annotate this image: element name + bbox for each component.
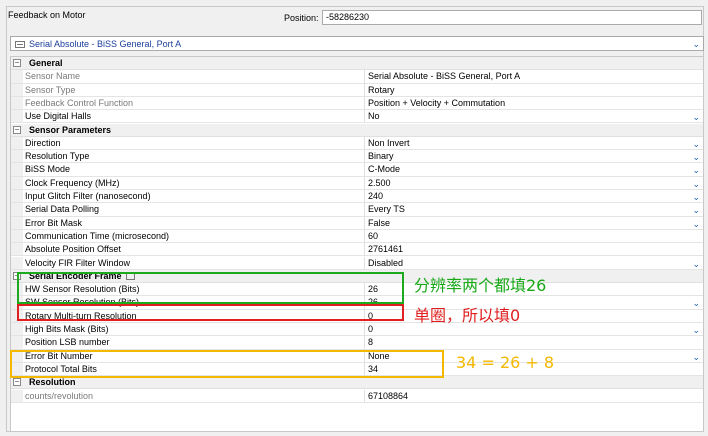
select-value: C-Mode bbox=[368, 164, 401, 175]
property-name: Clock Frequency (MHz) bbox=[25, 177, 120, 188]
property-row[interactable]: Velocity FIR Filter Window Disabled ⌄ bbox=[11, 256, 703, 270]
property-value-select[interactable]: 2.500 ⌄ bbox=[364, 176, 703, 190]
chevron-down-icon[interactable]: ⌄ bbox=[692, 164, 700, 176]
property-name: Absolute Position Offset bbox=[25, 244, 121, 255]
property-row[interactable]: Communication Time (microsecond) 60 bbox=[11, 229, 703, 244]
property-name: Sensor Type bbox=[25, 84, 76, 95]
property-value-select[interactable]: 240 ⌄ bbox=[364, 190, 703, 203]
chevron-down-icon[interactable]: ⌄ bbox=[692, 258, 700, 270]
property-name: BiSS Mode bbox=[25, 164, 71, 175]
property-name: Direction bbox=[25, 137, 61, 148]
chevron-down-icon[interactable]: ⌄ bbox=[692, 204, 700, 216]
property-name: Input Glitch Filter (nanosecond) bbox=[25, 191, 151, 201]
property-row[interactable]: Error Bit Mask False ⌄ bbox=[11, 216, 703, 230]
property-row[interactable]: Resolution Type Binary ⌄ bbox=[11, 150, 703, 164]
category-sensor-parameters[interactable]: − Sensor Parameters bbox=[11, 123, 703, 137]
property-value: 67108864 bbox=[364, 389, 703, 402]
select-value: False bbox=[368, 217, 391, 228]
property-name: Error Bit Mask bbox=[25, 217, 83, 228]
chevron-down-icon[interactable]: ⌄ bbox=[692, 111, 700, 123]
annotation-box-red bbox=[17, 304, 404, 321]
category-label: General bbox=[29, 58, 63, 68]
property-name: High Bits Mask (Bits) bbox=[25, 324, 109, 334]
annotation-note-orange: 34 = 26 + 8 bbox=[456, 353, 555, 372]
property-row[interactable]: Direction Non Invert ⌄ bbox=[11, 136, 703, 151]
property-value-select[interactable]: Binary ⌄ bbox=[364, 150, 703, 163]
chevron-down-icon[interactable]: ⌄ bbox=[692, 218, 700, 230]
chevron-down-icon[interactable]: ⌄ bbox=[692, 151, 700, 163]
property-name: Communication Time (microsecond) bbox=[25, 230, 170, 241]
chevron-down-icon[interactable]: ⌄ bbox=[692, 178, 700, 190]
select-value: 2.500 bbox=[368, 177, 391, 188]
property-value-select[interactable]: Non Invert ⌄ bbox=[364, 136, 703, 150]
property-row[interactable]: Input Glitch Filter (nanosecond) 240 ⌄ bbox=[11, 190, 703, 204]
chevron-down-icon[interactable]: ⌄ bbox=[692, 39, 700, 50]
property-value-select[interactable]: C-Mode ⌄ bbox=[364, 163, 703, 176]
property-value-select[interactable]: Every TS ⌄ bbox=[364, 203, 703, 216]
feedback-device-icon bbox=[15, 41, 25, 48]
property-row[interactable]: Serial Data Polling Every TS ⌄ bbox=[11, 203, 703, 217]
property-row[interactable]: Absolute Position Offset 2761461 bbox=[11, 243, 703, 257]
property-value[interactable]: 8 bbox=[364, 336, 703, 349]
chevron-down-icon[interactable]: ⌄ bbox=[692, 138, 700, 150]
property-value-select[interactable]: Disabled ⌄ bbox=[364, 256, 703, 270]
category-resolution[interactable]: − Resolution bbox=[11, 376, 703, 390]
property-value-select[interactable]: False ⌄ bbox=[364, 216, 703, 230]
property-name: Resolution Type bbox=[25, 151, 90, 162]
chevron-down-icon[interactable]: ⌄ bbox=[692, 191, 700, 203]
select-value: Non Invert bbox=[368, 137, 410, 148]
chevron-down-icon[interactable]: ⌄ bbox=[692, 351, 700, 363]
property-row[interactable]: BiSS Mode C-Mode ⌄ bbox=[11, 163, 703, 177]
property-name: Sensor Name bbox=[25, 71, 81, 82]
category-label: Resolution bbox=[29, 377, 76, 388]
collapse-icon[interactable]: − bbox=[13, 59, 21, 67]
property-row[interactable]: Position LSB number 8 bbox=[11, 336, 703, 350]
annotation-note-red: 单圈，所以填0 bbox=[414, 306, 521, 325]
property-row[interactable]: Sensor Name Serial Absolute - BiSS Genera… bbox=[11, 70, 703, 84]
select-value: Binary bbox=[368, 151, 394, 162]
position-label: Position: bbox=[284, 13, 319, 23]
property-row[interactable]: Feedback Control Function Position + Velo… bbox=[11, 96, 703, 111]
select-value: No bbox=[368, 111, 380, 122]
annotation-note-green: 分辨率两个都填26 bbox=[414, 276, 547, 295]
position-field[interactable]: -58286230 bbox=[322, 10, 702, 25]
category-general[interactable]: − General bbox=[11, 57, 703, 71]
property-value: Serial Absolute - BiSS General, Port A bbox=[364, 70, 703, 83]
property-value: Position + Velocity + Commutation bbox=[364, 96, 703, 110]
select-value: Disabled bbox=[368, 257, 404, 268]
property-value-select[interactable]: No ⌄ bbox=[364, 110, 703, 123]
property-value: Rotary bbox=[364, 83, 703, 96]
property-value[interactable]: 60 bbox=[364, 229, 703, 243]
property-row[interactable]: Clock Frequency (MHz) 2.500 ⌄ bbox=[11, 176, 703, 190]
property-name: Use Digital Halls bbox=[25, 111, 92, 122]
select-value: Every TS bbox=[368, 204, 405, 215]
collapse-icon[interactable]: − bbox=[13, 378, 21, 387]
chevron-down-icon[interactable]: ⌄ bbox=[692, 324, 700, 336]
panel-title: Feedback on Motor bbox=[8, 10, 86, 20]
select-value: 240 bbox=[368, 191, 384, 201]
chevron-down-icon[interactable]: ⌄ bbox=[692, 297, 700, 309]
property-name: Feedback Control Function bbox=[25, 97, 134, 108]
property-name: Velocity FIR Filter Window bbox=[25, 257, 131, 268]
property-name: Position LSB number bbox=[25, 337, 110, 348]
annotation-box-green bbox=[17, 272, 404, 304]
property-name: counts/revolution bbox=[25, 390, 94, 401]
property-row[interactable]: High Bits Mask (Bits) 0 ⌄ bbox=[11, 323, 703, 337]
property-row[interactable]: Sensor Type Rotary bbox=[11, 83, 703, 97]
property-row[interactable]: Use Digital Halls No ⌄ bbox=[11, 110, 703, 124]
collapse-icon[interactable]: − bbox=[13, 125, 21, 134]
property-name: Serial Data Polling bbox=[25, 204, 100, 215]
feedback-device-value: Serial Absolute - BiSS General, Port A bbox=[29, 39, 182, 49]
category-label: Sensor Parameters bbox=[29, 124, 112, 135]
property-value[interactable]: 2761461 bbox=[364, 243, 703, 256]
annotation-box-orange bbox=[10, 350, 444, 378]
property-row[interactable]: counts/revolution 67108864 bbox=[11, 389, 703, 403]
feedback-device-select[interactable]: Serial Absolute - BiSS General, Port A ⌄ bbox=[10, 36, 704, 51]
select-value: 0 bbox=[368, 324, 374, 334]
